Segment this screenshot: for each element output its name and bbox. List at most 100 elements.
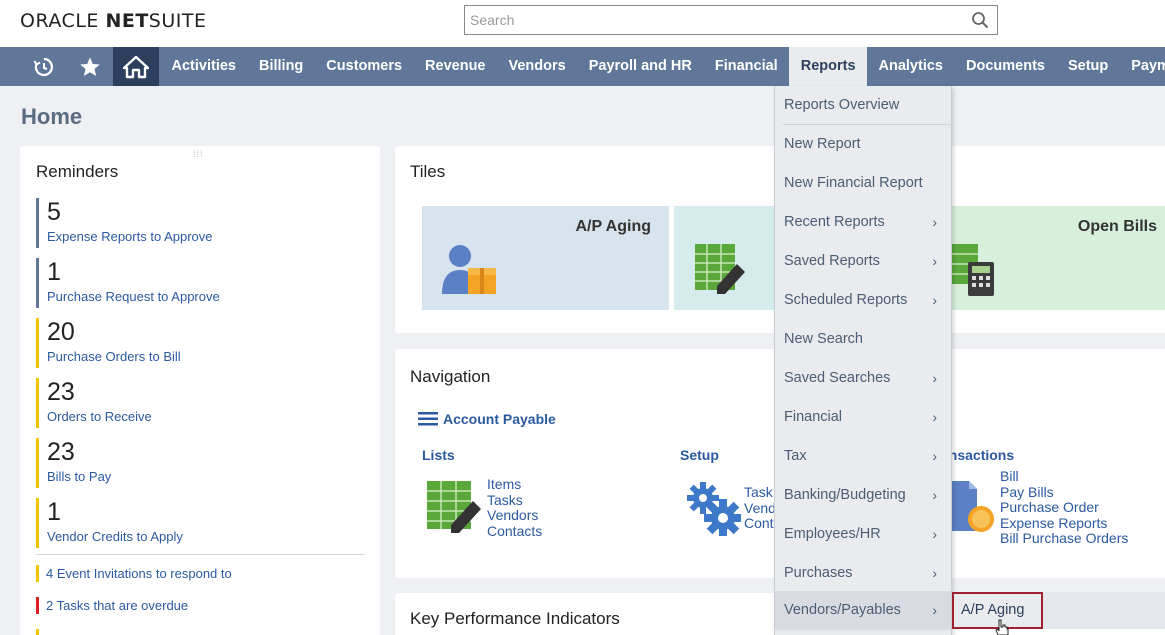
reminder-small-item[interactable]: 2 Tasks that are overdue [36, 597, 188, 614]
menu-item-saved-reports[interactable]: Saved Reports › [775, 242, 951, 281]
search-icon[interactable] [971, 11, 989, 29]
menu-item-new-financial-report[interactable]: New Financial Report [775, 164, 951, 203]
menu-item-label: Saved Reports [784, 253, 880, 269]
reminder-label[interactable]: Tasks that are overdue [57, 598, 189, 613]
reminder-small-item[interactable]: 4 Event Invitations to respond to [36, 565, 232, 582]
tile-open-bills[interactable]: Open Bills [950, 206, 1165, 310]
reminder-count: 1 [47, 498, 61, 526]
account-payable-link[interactable]: Account Payable [443, 411, 556, 427]
reports-dropdown-menu: Reports Overview New Report New Financia… [774, 86, 952, 635]
gears-icon [687, 482, 741, 536]
menu-item-label: Tax [784, 448, 807, 464]
nav-item-billing[interactable]: Billing [247, 47, 314, 86]
link-contacts[interactable]: Contacts [487, 523, 542, 540]
search-input[interactable] [465, 6, 955, 34]
home-icon[interactable] [113, 47, 159, 86]
menu-item-label: New Search [784, 331, 863, 347]
menu-item-financial[interactable]: Financial › [775, 398, 951, 437]
tile-label: A/P Aging [575, 218, 651, 235]
nav-item-financial[interactable]: Financial [703, 47, 789, 86]
tile-ap-aging[interactable]: A/P Aging [422, 206, 669, 310]
main-nav-bar: Activities Billing Customers Revenue Ven… [0, 47, 1165, 86]
reminder-label[interactable]: Vendor Credits to Apply [47, 529, 183, 544]
menu-item-label: Banking/Budgeting [784, 487, 906, 503]
nav-item-payments[interactable]: Paymen [1120, 47, 1165, 86]
reminder-small-item-partial[interactable] [36, 629, 46, 635]
nav-menu: Activities Billing Customers Revenue Ven… [160, 47, 1165, 86]
spreadsheet-edit-icon [427, 481, 481, 533]
chevron-right-icon: › [932, 487, 937, 503]
star-icon[interactable] [67, 47, 112, 86]
vendor-person-icon [442, 245, 496, 294]
menu-item-label: Saved Searches [784, 370, 891, 386]
reminder-label[interactable]: Purchase Orders to Bill [47, 349, 181, 364]
link-pay-bills[interactable]: Pay Bills [1000, 484, 1128, 501]
chevron-right-icon: › [932, 292, 937, 308]
menu-item-saved-searches[interactable]: Saved Searches › [775, 359, 951, 398]
menu-item-new-report[interactable]: New Report [775, 125, 951, 164]
link-bill[interactable]: Bill [1000, 468, 1128, 485]
reminders-title: Reminders [36, 162, 119, 181]
reminder-label[interactable]: Orders to Receive [47, 409, 152, 424]
drag-handle[interactable]: ⁞⁞⁞ [193, 149, 204, 159]
menu-item-scheduled-reports[interactable]: Scheduled Reports › [775, 281, 951, 320]
nav-item-revenue[interactable]: Revenue [414, 47, 497, 86]
link-tasks[interactable]: Tasks [487, 492, 542, 509]
menu-item-label: Purchases [784, 565, 853, 581]
menu-item-vendors-payables[interactable]: Vendors/Payables › [775, 591, 951, 630]
link-bill-purchase-orders[interactable]: Bill Purchase Orders [1000, 530, 1128, 547]
kpi-title: Key Performance Indicators [410, 609, 620, 628]
nav-item-analytics[interactable]: Analytics [867, 47, 954, 86]
nav-item-setup[interactable]: Setup [1056, 47, 1119, 86]
tile-label: Open Bills [1077, 218, 1157, 235]
reminders-portlet: ⁞⁞⁞ Reminders 5 Expense Reports to Appro… [20, 146, 380, 635]
transactions-links: Bill Pay Bills Purchase Order Expense Re… [1000, 468, 1128, 547]
nav-item-customers[interactable]: Customers [315, 47, 414, 86]
nav-item-documents[interactable]: Documents [955, 47, 1057, 86]
reminder-label[interactable]: Expense Reports to Approve [47, 229, 213, 244]
menu-item-employees-hr[interactable]: Employees/HR › [775, 515, 951, 554]
menu-item-tax[interactable]: Tax › [775, 437, 951, 476]
reminder-item[interactable]: 1 Purchase Request to Approve [36, 258, 220, 308]
account-payable-menu[interactable]: Account Payable [418, 411, 556, 427]
menu-item-recent-reports[interactable]: Recent Reports › [775, 203, 951, 242]
chevron-right-icon: › [932, 214, 937, 230]
link-vendors[interactable]: Vendors [487, 507, 542, 524]
reminder-label[interactable]: Purchase Request to Approve [47, 289, 220, 304]
reminder-count: 23 [47, 438, 75, 466]
reminder-count: 5 [47, 198, 61, 226]
menu-item-label: New Financial Report [784, 175, 923, 191]
link-expense-reports[interactable]: Expense Reports [1000, 515, 1128, 532]
nav-item-payroll-hr[interactable]: Payroll and HR [577, 47, 703, 86]
recent-records-icon[interactable] [21, 47, 66, 86]
menu-item-label: New Report [784, 136, 861, 152]
tile-unlabeled[interactable] [674, 206, 774, 310]
reminder-item[interactable]: 23 Bills to Pay [36, 438, 111, 488]
oracle-netsuite-logo[interactable]: ORACLE NETSUITE [20, 10, 206, 32]
menu-item-purchases[interactable]: Purchases › [775, 554, 951, 593]
tiles-title: Tiles [410, 162, 446, 181]
reminder-count: 1 [47, 258, 61, 286]
nav-item-reports[interactable]: Reports [789, 47, 868, 86]
menu-item-banking-budgeting[interactable]: Banking/Budgeting › [775, 476, 951, 515]
link-purchase-order[interactable]: Purchase Order [1000, 499, 1128, 516]
menu-item-label: Scheduled Reports [784, 292, 908, 308]
reminder-count: 23 [47, 378, 75, 406]
menu-item-reports-overview[interactable]: Reports Overview [775, 86, 951, 125]
reminder-label[interactable]: Bills to Pay [47, 469, 111, 484]
chevron-right-icon: › [932, 526, 937, 542]
global-search [464, 5, 998, 35]
menu-item-label: Employees/HR [784, 526, 881, 542]
reminder-item[interactable]: 5 Expense Reports to Approve [36, 198, 213, 248]
menu-item-label: Reports Overview [784, 97, 900, 113]
nav-item-activities[interactable]: Activities [160, 47, 247, 86]
nav-item-vendors[interactable]: Vendors [497, 47, 577, 86]
reminder-item[interactable]: 23 Orders to Receive [36, 378, 152, 428]
menu-item-new-search[interactable]: New Search [775, 320, 951, 359]
reminder-item[interactable]: 1 Vendor Credits to Apply [36, 498, 183, 548]
link-items[interactable]: Items [487, 476, 542, 493]
reminder-label[interactable]: Event Invitations to respond to [57, 566, 232, 581]
menu-item-label: Financial [784, 409, 843, 425]
top-header: ORACLE NETSUITE [0, 0, 1165, 47]
reminder-item[interactable]: 20 Purchase Orders to Bill [36, 318, 181, 368]
